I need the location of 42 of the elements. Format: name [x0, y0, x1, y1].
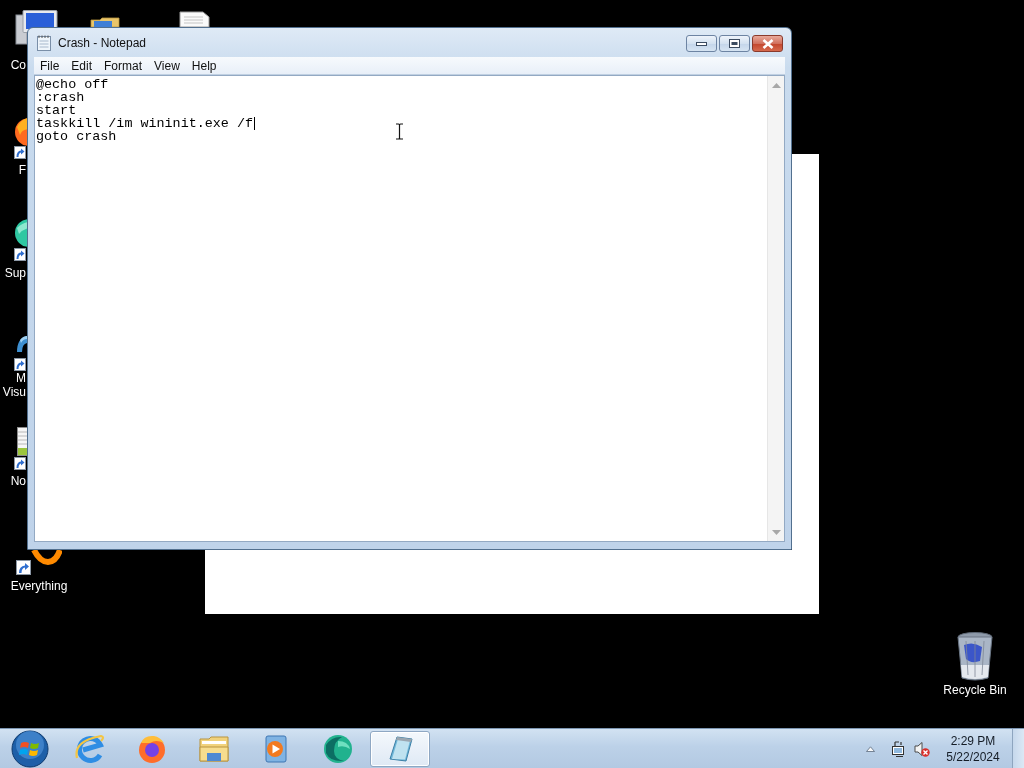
icon-label: Everything	[10, 579, 68, 593]
window-title: Crash - Notepad	[58, 36, 147, 50]
text-line: @echo off	[36, 78, 109, 91]
sphere-icon	[322, 732, 354, 765]
clock-date[interactable]: 5/22/2024	[946, 748, 1000, 765]
menu-item[interactable]: Help	[185, 57, 223, 74]
menu-item[interactable]: View	[148, 57, 186, 74]
ring-shortcut-icon[interactable]	[14, 549, 62, 576]
folder-icon[interactable]	[90, 17, 120, 27]
close-button[interactable]	[752, 35, 783, 52]
icon-label: F	[18, 163, 26, 177]
show-hidden-icons-icon[interactable]	[866, 745, 875, 752]
menu-item[interactable]: File	[34, 57, 66, 74]
notepad-icon	[37, 34, 51, 51]
text-line: goto crash	[36, 130, 117, 143]
menu-item[interactable]: Format	[98, 57, 149, 74]
minimize-icon	[696, 41, 707, 46]
speaker-icon[interactable]	[914, 740, 930, 757]
text-line: :crash	[36, 91, 85, 104]
network-icon[interactable]	[891, 740, 907, 757]
maximize-icon	[729, 39, 740, 48]
recycle-bin-icon[interactable]	[955, 631, 995, 681]
text-line: start	[36, 104, 77, 117]
i-beam-cursor-icon	[395, 123, 404, 140]
icon-label: Sup	[4, 266, 26, 280]
taskbar-button[interactable]	[370, 730, 430, 767]
text-line: taskkill /im wininit.exe /f	[36, 117, 253, 130]
notepad-shortcut-icon[interactable]	[14, 427, 27, 471]
icon-label: Co	[10, 58, 26, 72]
start-orb-icon	[10, 729, 49, 768]
document-icon[interactable]	[179, 11, 210, 27]
close-icon	[761, 38, 774, 49]
swoosh-e-icon	[74, 732, 106, 765]
icon-label: No	[10, 474, 26, 488]
icon-label: Recycle Bin	[943, 683, 1007, 697]
minimize-button[interactable]	[686, 35, 717, 52]
icon-label: Visu	[2, 385, 26, 399]
icon-label: M	[16, 371, 26, 385]
menu-item[interactable]: Edit	[65, 57, 99, 74]
clock-time[interactable]: 2:29 PM	[950, 732, 996, 749]
ribbon-shortcut-icon[interactable]	[14, 334, 27, 372]
maximize-button[interactable]	[719, 35, 750, 52]
